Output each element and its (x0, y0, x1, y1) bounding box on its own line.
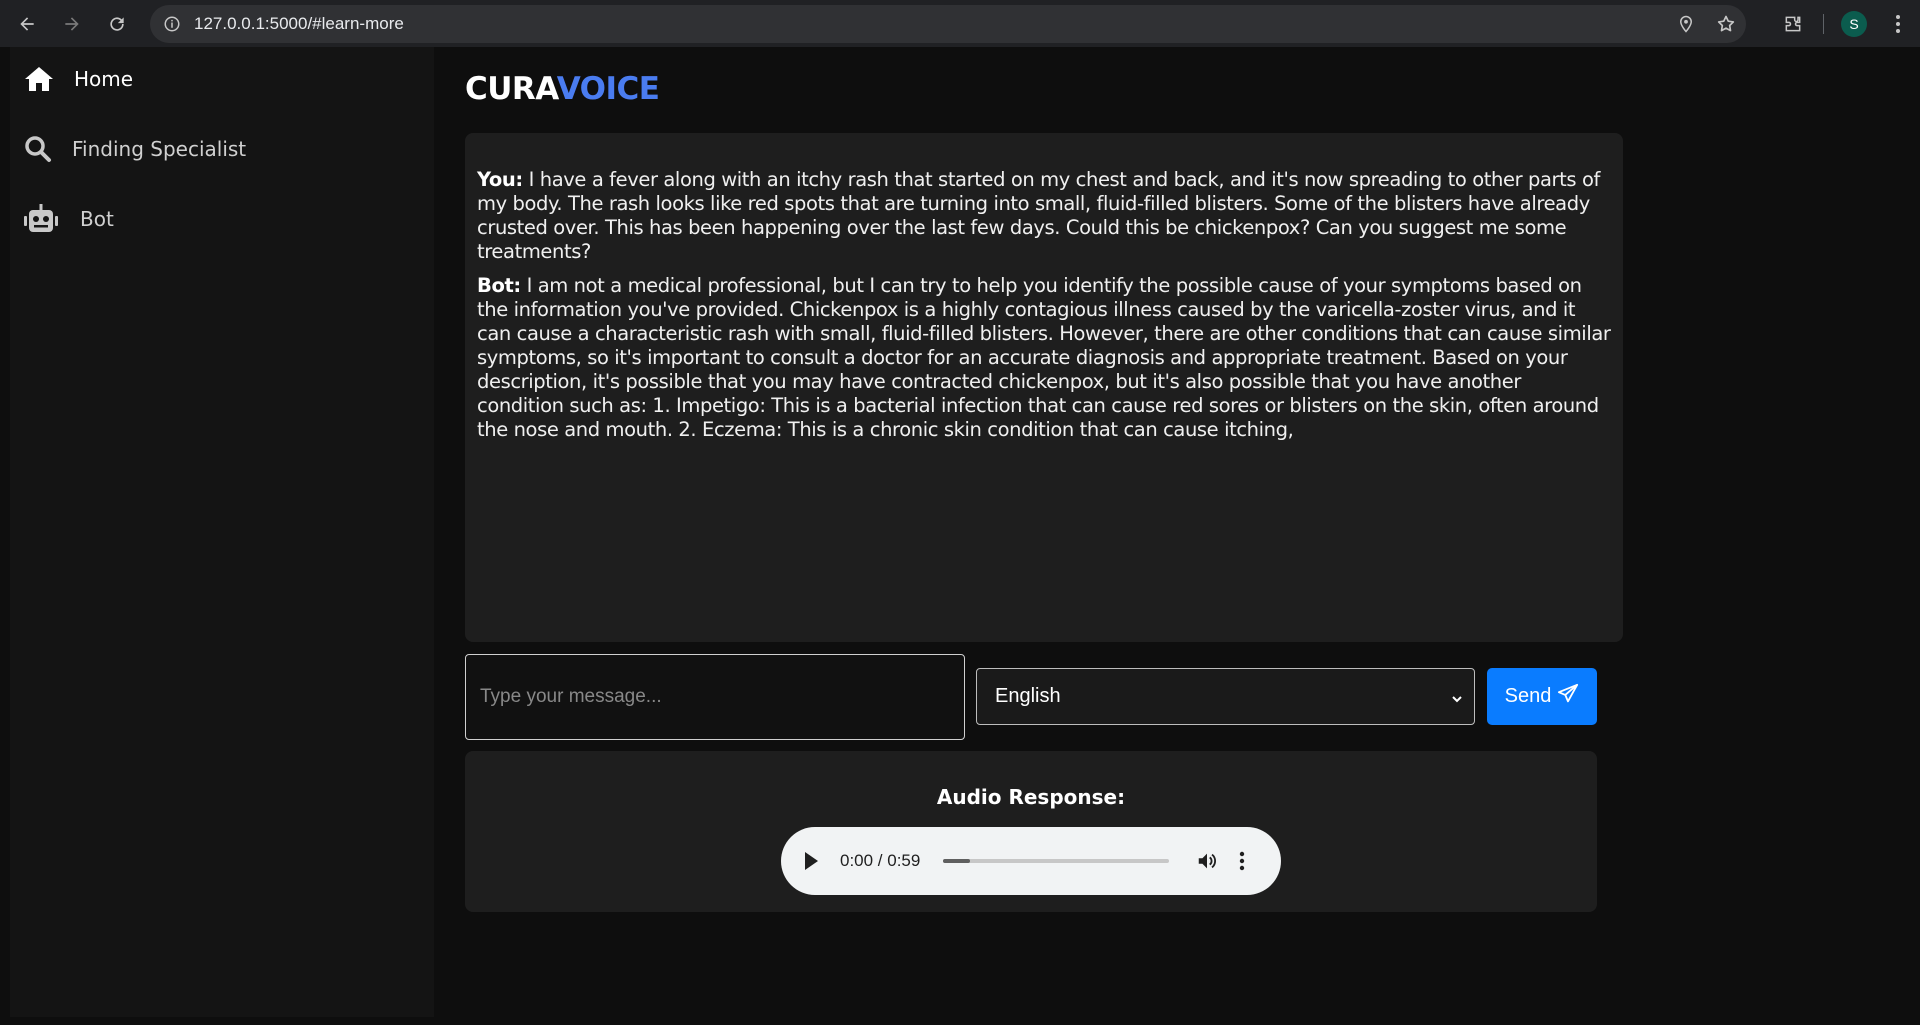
audio-time: 0:00 / 0:59 (840, 851, 921, 870)
app-page: Home Finding Specialist Bot CURAVOICE Yo… (0, 47, 1920, 1025)
address-bar[interactable]: 127.0.0.1:5000/#learn-more (150, 5, 1746, 43)
location-icon[interactable] (1666, 14, 1706, 34)
message-input[interactable] (465, 654, 965, 740)
volume-icon[interactable] (1196, 850, 1218, 877)
url-text[interactable]: 127.0.0.1:5000/#learn-more (194, 14, 404, 34)
send-button-label: Send (1504, 685, 1552, 707)
audio-response-panel: Audio Response: 0:00 / 0:59 (465, 751, 1597, 912)
audio-response-title: Audio Response: (936, 785, 1126, 809)
reload-icon[interactable] (95, 0, 139, 47)
back-icon[interactable] (5, 0, 49, 47)
logo-part-cura: CURA (465, 71, 557, 107)
sidebar-item-label: Bot (80, 207, 114, 231)
message-speaker: You: (477, 168, 523, 191)
play-icon[interactable] (803, 851, 819, 876)
search-icon (24, 135, 72, 163)
app-logo: CURAVOICE (465, 71, 660, 107)
profile-avatar[interactable]: S (1832, 10, 1876, 37)
toolbar-divider (1823, 13, 1824, 34)
chat-message-bot: Bot: I am not a medical professional, bu… (477, 274, 1611, 442)
message-text: I have a fever along with an itchy rash … (477, 168, 1600, 263)
sidebar-item-label: Home (74, 67, 134, 91)
robot-icon (24, 204, 80, 234)
sidebar-item-home[interactable]: Home (24, 59, 133, 99)
message-speaker: Bot: (477, 274, 521, 297)
sidebar: Home Finding Specialist Bot (10, 47, 434, 1017)
menu-kebab-icon[interactable] (1876, 14, 1920, 34)
home-icon (24, 65, 74, 93)
chat-message-user: You: I have a fever along with an itchy … (477, 168, 1611, 264)
bookmark-star-icon[interactable] (1706, 14, 1746, 34)
sidebar-item-label: Finding Specialist (72, 137, 247, 161)
more-options-icon[interactable] (1239, 850, 1245, 877)
chevron-down-icon (1450, 689, 1464, 712)
sidebar-item-bot[interactable]: Bot (24, 199, 114, 239)
extensions-icon[interactable] (1771, 14, 1815, 34)
send-button[interactable]: Send (1487, 668, 1597, 725)
site-info-icon[interactable] (150, 15, 194, 33)
forward-icon[interactable] (50, 0, 94, 47)
chat-window: You: I have a fever along with an itchy … (465, 133, 1623, 642)
paper-plane-icon (1557, 683, 1579, 711)
sidebar-item-finding-specialist[interactable]: Finding Specialist (24, 129, 246, 169)
audio-player[interactable]: 0:00 / 0:59 (781, 827, 1281, 895)
language-select[interactable]: English (976, 668, 1475, 725)
browser-toolbar: 127.0.0.1:5000/#learn-more S (0, 0, 1920, 47)
message-text: I am not a medical professional, but I c… (477, 274, 1611, 441)
audio-seek-bar[interactable] (943, 859, 1169, 863)
logo-part-voice: VOICE (556, 71, 660, 107)
language-selected-value: English (995, 685, 1061, 707)
audio-progress-fill (943, 859, 971, 863)
